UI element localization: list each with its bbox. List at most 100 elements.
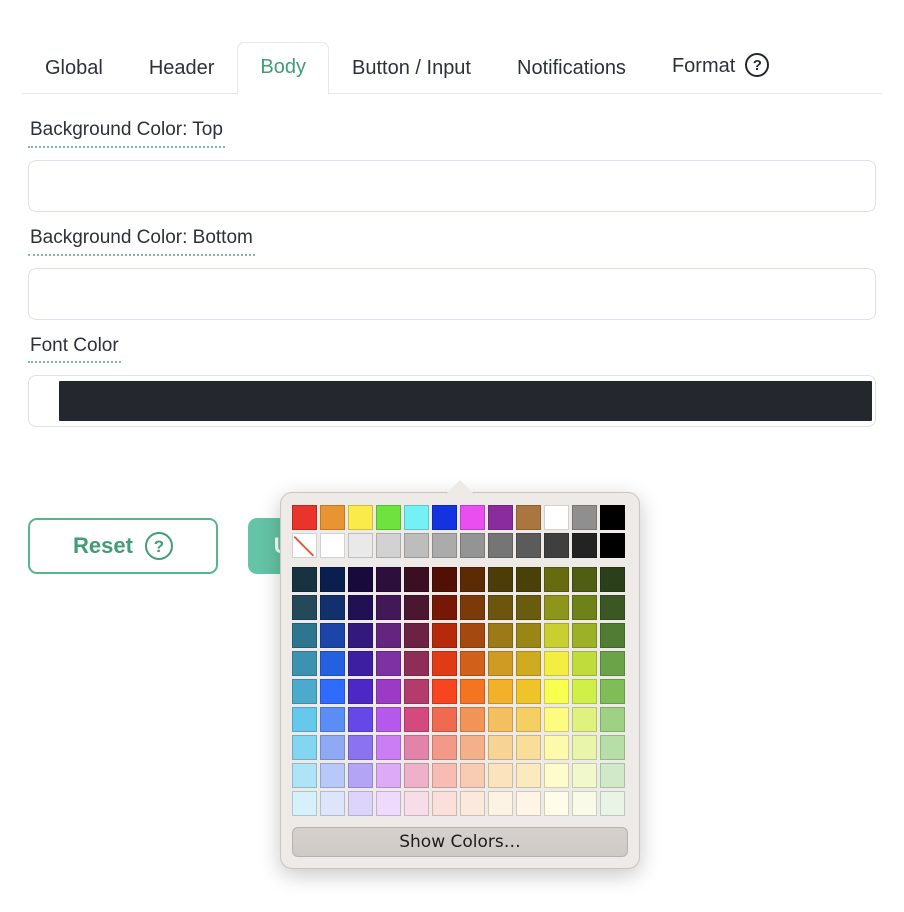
color-swatch[interactable]	[572, 533, 597, 558]
color-swatch[interactable]	[544, 679, 569, 704]
tab-global[interactable]: Global	[22, 43, 126, 94]
color-swatch[interactable]	[292, 791, 317, 816]
color-swatch[interactable]	[376, 505, 401, 530]
color-swatch[interactable]	[488, 735, 513, 760]
color-swatch[interactable]	[320, 595, 345, 620]
color-swatch[interactable]	[404, 791, 429, 816]
color-swatch[interactable]	[432, 505, 457, 530]
color-swatch[interactable]	[404, 707, 429, 732]
color-swatch[interactable]	[572, 763, 597, 788]
color-swatch[interactable]	[432, 567, 457, 592]
color-swatch[interactable]	[432, 533, 457, 558]
color-swatch[interactable]	[404, 679, 429, 704]
reset-button[interactable]: Reset ?	[28, 518, 218, 574]
color-swatch[interactable]	[348, 533, 373, 558]
color-swatch[interactable]	[600, 567, 625, 592]
tab-format[interactable]: Format?	[649, 38, 792, 94]
color-swatch[interactable]	[600, 791, 625, 816]
color-swatch[interactable]	[572, 791, 597, 816]
color-swatch[interactable]	[460, 763, 485, 788]
color-swatch[interactable]	[516, 651, 541, 676]
color-swatch[interactable]	[488, 567, 513, 592]
color-swatch[interactable]	[404, 533, 429, 558]
color-swatch[interactable]	[516, 707, 541, 732]
color-swatch[interactable]	[572, 505, 597, 530]
color-swatch[interactable]	[600, 595, 625, 620]
color-swatch[interactable]	[320, 735, 345, 760]
color-swatch[interactable]	[488, 533, 513, 558]
color-swatch[interactable]	[432, 763, 457, 788]
color-swatch[interactable]	[292, 651, 317, 676]
show-colors-button[interactable]: Show Colors…	[292, 827, 628, 857]
color-swatch[interactable]	[404, 595, 429, 620]
color-swatch[interactable]	[572, 735, 597, 760]
color-swatch[interactable]	[292, 567, 317, 592]
color-swatch[interactable]	[516, 763, 541, 788]
color-swatch[interactable]	[488, 505, 513, 530]
color-swatch[interactable]	[488, 651, 513, 676]
color-swatch[interactable]	[348, 505, 373, 530]
color-swatch[interactable]	[516, 791, 541, 816]
color-input[interactable]	[28, 159, 876, 212]
color-swatch[interactable]	[320, 763, 345, 788]
color-swatch[interactable]	[600, 651, 625, 676]
color-swatch[interactable]	[488, 791, 513, 816]
color-swatch[interactable]	[600, 735, 625, 760]
color-swatch[interactable]	[404, 651, 429, 676]
color-swatch[interactable]	[516, 533, 541, 558]
no-color-swatch[interactable]	[292, 533, 317, 558]
color-swatch[interactable]	[460, 505, 485, 530]
color-swatch[interactable]	[488, 763, 513, 788]
color-swatch[interactable]	[320, 791, 345, 816]
color-swatch[interactable]	[544, 791, 569, 816]
color-swatch[interactable]	[348, 791, 373, 816]
color-swatch[interactable]	[376, 735, 401, 760]
color-swatch[interactable]	[544, 505, 569, 530]
color-swatch[interactable]	[432, 623, 457, 648]
color-swatch[interactable]	[460, 567, 485, 592]
reset-help-icon[interactable]: ?	[144, 532, 173, 560]
color-swatch[interactable]	[404, 735, 429, 760]
color-swatch[interactable]	[348, 735, 373, 760]
color-swatch[interactable]	[600, 623, 625, 648]
color-swatch[interactable]	[376, 623, 401, 648]
color-swatch[interactable]	[376, 533, 401, 558]
color-swatch[interactable]	[432, 651, 457, 676]
color-swatch[interactable]	[376, 679, 401, 704]
color-swatch[interactable]	[572, 623, 597, 648]
color-swatch[interactable]	[544, 567, 569, 592]
color-swatch[interactable]	[404, 505, 429, 530]
tab-notifications[interactable]: Notifications	[494, 43, 649, 94]
color-swatch[interactable]	[376, 595, 401, 620]
color-swatch[interactable]	[432, 707, 457, 732]
color-swatch[interactable]	[348, 707, 373, 732]
color-swatch[interactable]	[488, 623, 513, 648]
color-swatch[interactable]	[488, 595, 513, 620]
color-swatch[interactable]	[320, 567, 345, 592]
color-swatch[interactable]	[516, 623, 541, 648]
color-swatch[interactable]	[432, 595, 457, 620]
color-swatch[interactable]	[572, 679, 597, 704]
color-swatch[interactable]	[572, 595, 597, 620]
color-swatch[interactable]	[320, 505, 345, 530]
color-swatch[interactable]	[544, 651, 569, 676]
color-swatch[interactable]	[320, 651, 345, 676]
color-swatch[interactable]	[544, 763, 569, 788]
tab-body[interactable]: Body	[237, 42, 330, 95]
color-swatch[interactable]	[404, 567, 429, 592]
color-swatch[interactable]	[320, 679, 345, 704]
color-swatch[interactable]	[460, 595, 485, 620]
color-swatch[interactable]	[572, 567, 597, 592]
color-swatch[interactable]	[320, 533, 345, 558]
color-swatch[interactable]	[460, 679, 485, 704]
color-swatch[interactable]	[544, 595, 569, 620]
color-swatch[interactable]	[544, 707, 569, 732]
color-swatch[interactable]	[432, 679, 457, 704]
color-swatch[interactable]	[292, 735, 317, 760]
color-swatch[interactable]	[320, 623, 345, 648]
color-input[interactable]	[28, 267, 876, 320]
color-swatch[interactable]	[544, 623, 569, 648]
color-swatch[interactable]	[348, 595, 373, 620]
tab-header[interactable]: Header	[126, 43, 238, 94]
color-swatch[interactable]	[320, 707, 345, 732]
